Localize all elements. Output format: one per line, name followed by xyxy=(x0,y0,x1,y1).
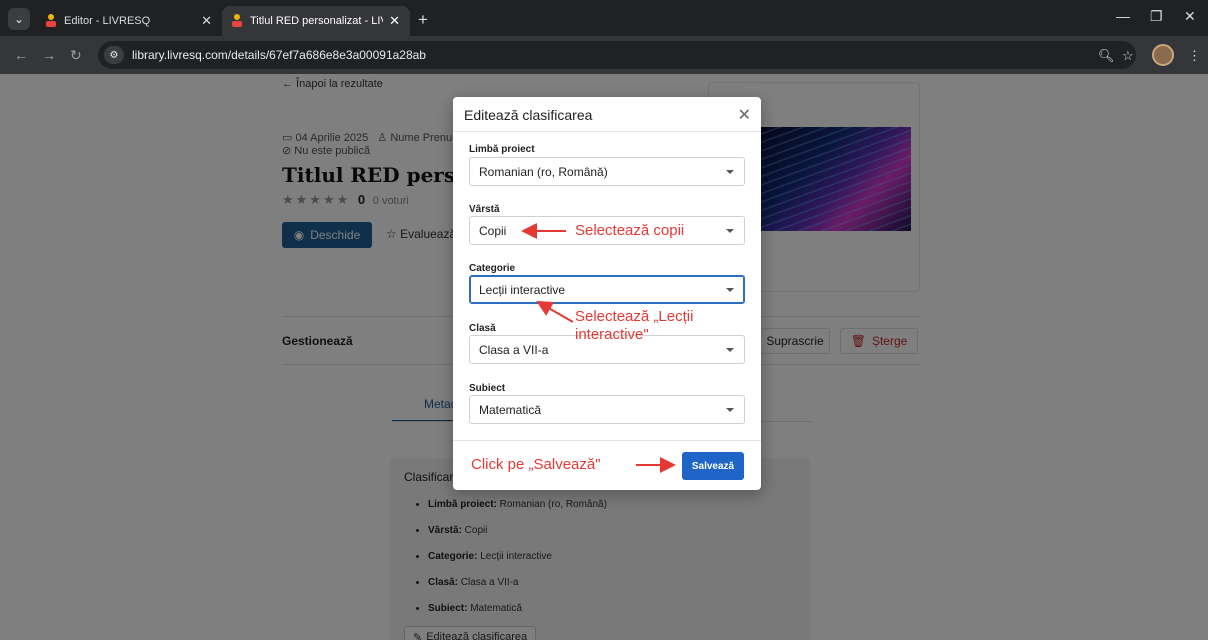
reload-icon[interactable]: ↻ xyxy=(70,47,82,64)
category-value: Lecții interactive xyxy=(479,282,566,297)
browser-tab-details[interactable]: Titlul RED personalizat - LIVRESQ ✕ xyxy=(222,6,410,36)
zoom-icon[interactable]: 🔍︎ xyxy=(1098,48,1115,64)
chevron-down-icon xyxy=(726,348,734,352)
bookmark-star-icon[interactable]: ☆ xyxy=(1122,48,1134,64)
browser-menu-icon[interactable]: ⋮ xyxy=(1188,48,1201,64)
language-select[interactable]: Romanian (ro, Română) xyxy=(469,157,745,186)
language-value: Romanian (ro, Română) xyxy=(479,164,608,179)
profile-avatar[interactable] xyxy=(1152,44,1174,66)
restore-icon[interactable]: ❐ xyxy=(1150,8,1163,25)
close-icon[interactable]: ✕ xyxy=(738,105,751,125)
livresq-favicon xyxy=(46,14,56,28)
subject-select[interactable]: Matematică xyxy=(469,395,745,424)
new-tab-icon[interactable]: + xyxy=(418,10,428,30)
chevron-down-icon xyxy=(726,288,734,292)
age-value: Copii xyxy=(479,223,507,238)
language-label: Limbă proiect xyxy=(469,144,535,155)
category-select[interactable]: Lecții interactive xyxy=(469,275,745,304)
site-info-icon[interactable]: ⚙ xyxy=(104,46,124,64)
age-label: Vârstă xyxy=(469,204,500,215)
browser-tab-bar: ⌄ Editor - LIVRESQ ✕ Titlul RED personal… xyxy=(0,0,1208,36)
category-hint-annotation-line2: interactive" xyxy=(575,326,649,343)
livresq-favicon xyxy=(232,14,242,28)
minimize-icon[interactable]: — xyxy=(1116,8,1130,24)
modal-header: Editează clasificarea ✕ xyxy=(453,97,761,132)
grade-value: Clasa a VII-a xyxy=(479,342,549,357)
category-hint-annotation: Selectează „Lecții xyxy=(575,308,694,325)
edit-classification-modal: Editează clasificarea ✕ Limbă proiect Ro… xyxy=(453,97,761,490)
browser-toolbar: ← → ↻ ⚙ library.livresq.com/details/67ef… xyxy=(0,36,1208,74)
close-tab-icon[interactable]: ✕ xyxy=(201,13,212,29)
chevron-down-icon xyxy=(726,170,734,174)
browser-tab-editor[interactable]: Editor - LIVRESQ ✕ xyxy=(36,6,222,36)
age-hint-annotation: Selectează copii xyxy=(575,222,685,239)
url-text: library.livresq.com/details/67ef7a686e8e… xyxy=(132,48,426,62)
close-tab-icon[interactable]: ✕ xyxy=(389,13,400,29)
save-button[interactable]: Salvează xyxy=(682,452,744,480)
category-label: Categorie xyxy=(469,263,516,274)
tab-title: Editor - LIVRESQ xyxy=(64,15,151,27)
back-icon[interactable]: ← xyxy=(14,47,28,63)
tab-search-icon[interactable]: ⌄ xyxy=(8,8,30,30)
forward-icon[interactable]: → xyxy=(42,47,56,63)
save-hint-annotation: Click pe „Salvează" xyxy=(471,456,601,473)
subject-value: Matematică xyxy=(479,402,542,417)
subject-label: Subiect xyxy=(469,383,506,394)
modal-title: Editează clasificarea xyxy=(464,107,593,123)
grade-label: Clasă xyxy=(469,323,496,334)
tab-title: Titlul RED personalizat - LIVRESQ xyxy=(250,15,383,27)
close-window-icon[interactable]: ✕ xyxy=(1184,8,1196,25)
chevron-down-icon xyxy=(726,229,734,233)
address-bar[interactable]: ⚙ library.livresq.com/details/67ef7a686e… xyxy=(98,41,1136,69)
chevron-down-icon xyxy=(726,408,734,412)
